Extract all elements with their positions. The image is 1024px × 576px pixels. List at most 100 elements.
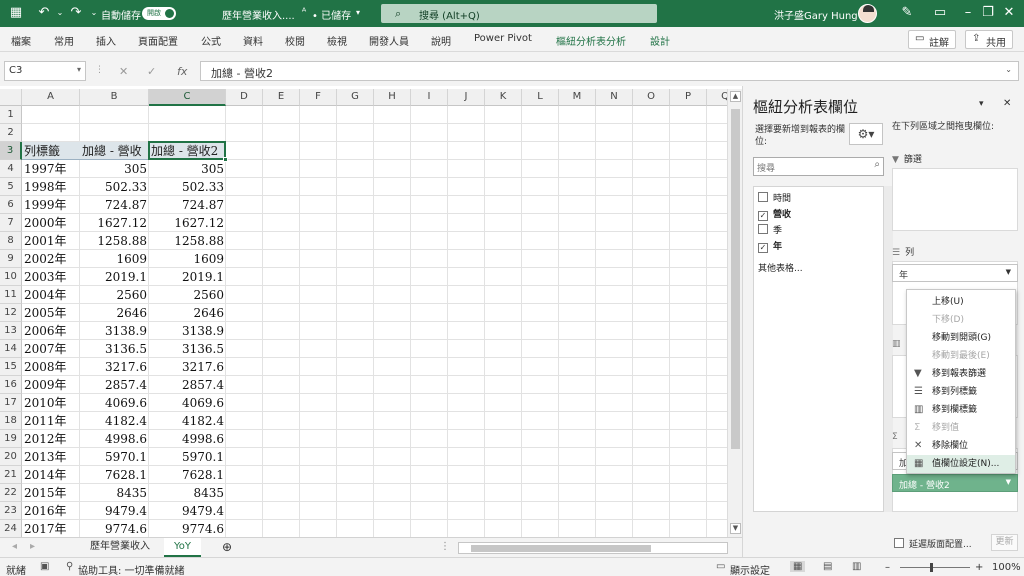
value-cell[interactable]: 3138.9 — [80, 322, 149, 340]
context-menu-item[interactable]: ▦ 值欄位設定(N)... — [907, 455, 1015, 473]
row-label-cell[interactable]: 1999年 — [22, 196, 80, 214]
horizontal-scrollbar[interactable] — [458, 542, 728, 554]
checkbox-year[interactable]: ✓ — [758, 243, 768, 253]
value-cell[interactable]: 1258.88 — [80, 232, 149, 250]
value-cell[interactable]: 3136.5 — [149, 340, 226, 358]
value-cell[interactable]: 1609 — [80, 250, 149, 268]
update-button[interactable]: 更新 — [991, 534, 1018, 551]
row-header-19[interactable]: 19 — [0, 430, 22, 448]
row-header-20[interactable]: 20 — [0, 448, 22, 466]
tab-view[interactable]: 檢視 — [327, 33, 347, 48]
display-settings[interactable]: 顯示設定 — [730, 562, 770, 576]
zoom-level[interactable]: 100% — [992, 562, 1021, 573]
value-cell[interactable]: 2560 — [149, 286, 226, 304]
tab-developer[interactable]: 開發人員 — [369, 33, 409, 48]
row-label-cell[interactable]: 2009年 — [22, 376, 80, 394]
accessibility-status[interactable]: 協助工具: 一切準備就緒 — [78, 562, 185, 576]
scroll-down-icon[interactable]: ▼ — [730, 523, 741, 534]
value-cell[interactable]: 5970.1 — [80, 448, 149, 466]
row-header-24[interactable]: 24 — [0, 520, 22, 537]
field-item-year[interactable]: ✓ 年 — [758, 239, 782, 253]
pivot-header-cell[interactable]: 列標籤▼ — [22, 142, 80, 160]
row-label-cell[interactable]: 2011年 — [22, 412, 80, 430]
row-header-3[interactable]: 3 — [0, 142, 22, 160]
row-header-1[interactable]: 1 — [0, 106, 22, 124]
autosave-toggle[interactable]: 開啟 — [142, 7, 176, 20]
tab-file[interactable]: 檔案 — [11, 33, 31, 48]
scroll-up-icon[interactable]: ▲ — [730, 91, 741, 102]
row-header-16[interactable]: 16 — [0, 376, 22, 394]
page-break-view-icon[interactable]: ▥ — [852, 561, 861, 572]
accessibility-icon[interactable]: ⚲ — [66, 561, 73, 572]
chevron-down-icon[interactable]: ▾ — [77, 65, 81, 74]
sheet-tab-yoy[interactable]: YoY — [164, 538, 202, 557]
row-label-cell[interactable]: 2005年 — [22, 304, 80, 322]
pane-close-icon[interactable]: ✕ — [1003, 98, 1011, 109]
column-header-p[interactable]: P — [670, 89, 707, 106]
row-header-17[interactable]: 17 — [0, 394, 22, 412]
value-cell[interactable]: 2019.1 — [80, 268, 149, 286]
row-label-cell[interactable]: 2004年 — [22, 286, 80, 304]
row-header-5[interactable]: 5 — [0, 178, 22, 196]
row-label-cell[interactable]: 2001年 — [22, 232, 80, 250]
value-cell[interactable]: 9774.6 — [149, 520, 226, 537]
row-header-10[interactable]: 10 — [0, 268, 22, 286]
context-menu-item[interactable]: ✕ 移除欄位 — [907, 437, 1015, 455]
zoom-slider[interactable] — [900, 563, 970, 572]
scroll-thumb[interactable] — [731, 109, 740, 449]
ribbon-display-icon[interactable]: ▭ — [932, 5, 948, 21]
row-header-15[interactable]: 15 — [0, 358, 22, 376]
column-header-n[interactable]: N — [596, 89, 633, 106]
enter-icon[interactable]: ✓ — [147, 65, 156, 78]
zoom-in-icon[interactable]: + — [975, 562, 983, 573]
column-header-a[interactable]: A — [22, 89, 80, 106]
row-header-13[interactable]: 13 — [0, 322, 22, 340]
tools-button[interactable]: ⚙▾ — [849, 123, 883, 145]
tab-page-layout[interactable]: 頁面配置 — [138, 33, 178, 48]
row-header-7[interactable]: 7 — [0, 214, 22, 232]
context-menu-item[interactable]: 上移(U) — [907, 293, 1015, 311]
value-cell[interactable]: 3217.6 — [149, 358, 226, 376]
checkbox-revenue[interactable]: ✓ — [758, 211, 768, 221]
column-header-m[interactable]: M — [559, 89, 596, 106]
qat-customize-icon[interactable]: ⌄ — [86, 5, 102, 21]
row-header-22[interactable]: 22 — [0, 484, 22, 502]
row-label-cell[interactable]: 2007年 — [22, 340, 80, 358]
tab-data[interactable]: 資料 — [243, 33, 263, 48]
value-cell[interactable]: 3136.5 — [80, 340, 149, 358]
filters-drop-area[interactable] — [892, 168, 1018, 231]
display-settings-icon[interactable]: ▭ — [716, 561, 725, 572]
column-header-d[interactable]: D — [226, 89, 263, 106]
value-cell[interactable]: 1627.12 — [149, 214, 226, 232]
row-label-cell[interactable]: 1997年 — [22, 160, 80, 178]
value-cell[interactable]: 2646 — [149, 304, 226, 322]
column-header-c[interactable]: C — [149, 89, 226, 106]
row-label-cell[interactable]: 2006年 — [22, 322, 80, 340]
select-all-corner[interactable] — [0, 89, 22, 106]
pivot-header-cell[interactable]: 加總 - 營收 — [80, 142, 149, 160]
row-label-cell[interactable]: 2014年 — [22, 466, 80, 484]
avatar[interactable] — [858, 4, 877, 23]
context-menu-item[interactable]: ▼ 移到報表篩選 — [907, 365, 1015, 383]
value-cell[interactable]: 4182.4 — [80, 412, 149, 430]
row-label-cell[interactable]: 2013年 — [22, 448, 80, 466]
value-cell[interactable]: 8435 — [80, 484, 149, 502]
row-label-cell[interactable]: 2015年 — [22, 484, 80, 502]
context-menu-item[interactable]: ☰ 移到列標籤 — [907, 383, 1015, 401]
formula-input[interactable]: 加總 - 營收2 ⌄ — [200, 61, 1019, 81]
row-header-12[interactable]: 12 — [0, 304, 22, 322]
pane-options-icon[interactable]: ▾ — [979, 99, 984, 109]
row-label-cell[interactable]: 2017年 — [22, 520, 80, 537]
value-cell[interactable]: 3217.6 — [80, 358, 149, 376]
values-field-revenue2[interactable]: 加總 - 營收2 ▼ — [892, 474, 1018, 492]
comments-button[interactable]: ▭ 註解 — [908, 30, 956, 49]
value-cell[interactable]: 4998.6 — [80, 430, 149, 448]
field-item-revenue[interactable]: ✓ 營收 — [758, 207, 791, 221]
tab-review[interactable]: 校閱 — [285, 33, 305, 48]
document-name[interactable]: 歷年營業收入.... — [222, 7, 295, 22]
drag-handle-icon[interactable]: ⋮ — [95, 65, 104, 75]
value-cell[interactable]: 8435 — [149, 484, 226, 502]
row-label-cell[interactable]: 2016年 — [22, 502, 80, 520]
undo-dropdown-icon[interactable]: ⌄ — [52, 5, 68, 21]
page-layout-view-icon[interactable]: ▤ — [823, 561, 832, 572]
